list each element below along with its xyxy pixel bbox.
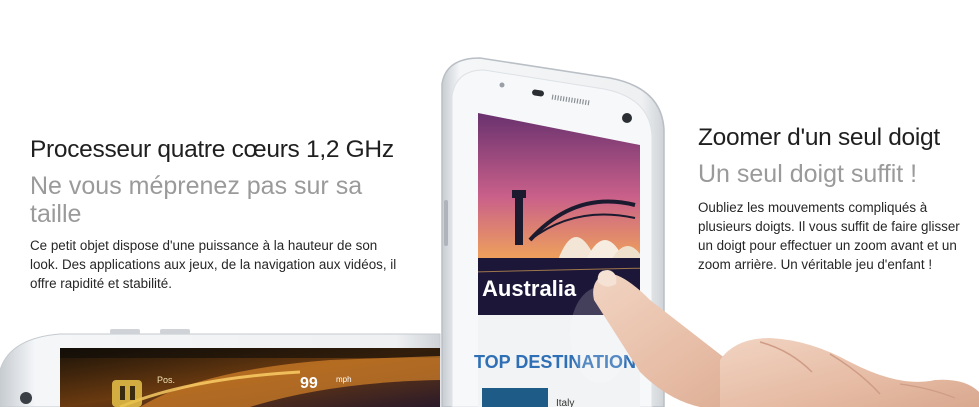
game-speed-value: 99 [300, 375, 318, 392]
product-illustration: Pos. 99 mph Australia TOP DESTINATIONS I… [0, 57, 979, 407]
screen-list-item: Italy [556, 398, 574, 407]
game-pos-label: Pos. [157, 375, 175, 385]
game-speed-unit: mph [336, 375, 352, 384]
game-phone [0, 329, 441, 407]
screen-banner-label: Australia [482, 276, 577, 301]
